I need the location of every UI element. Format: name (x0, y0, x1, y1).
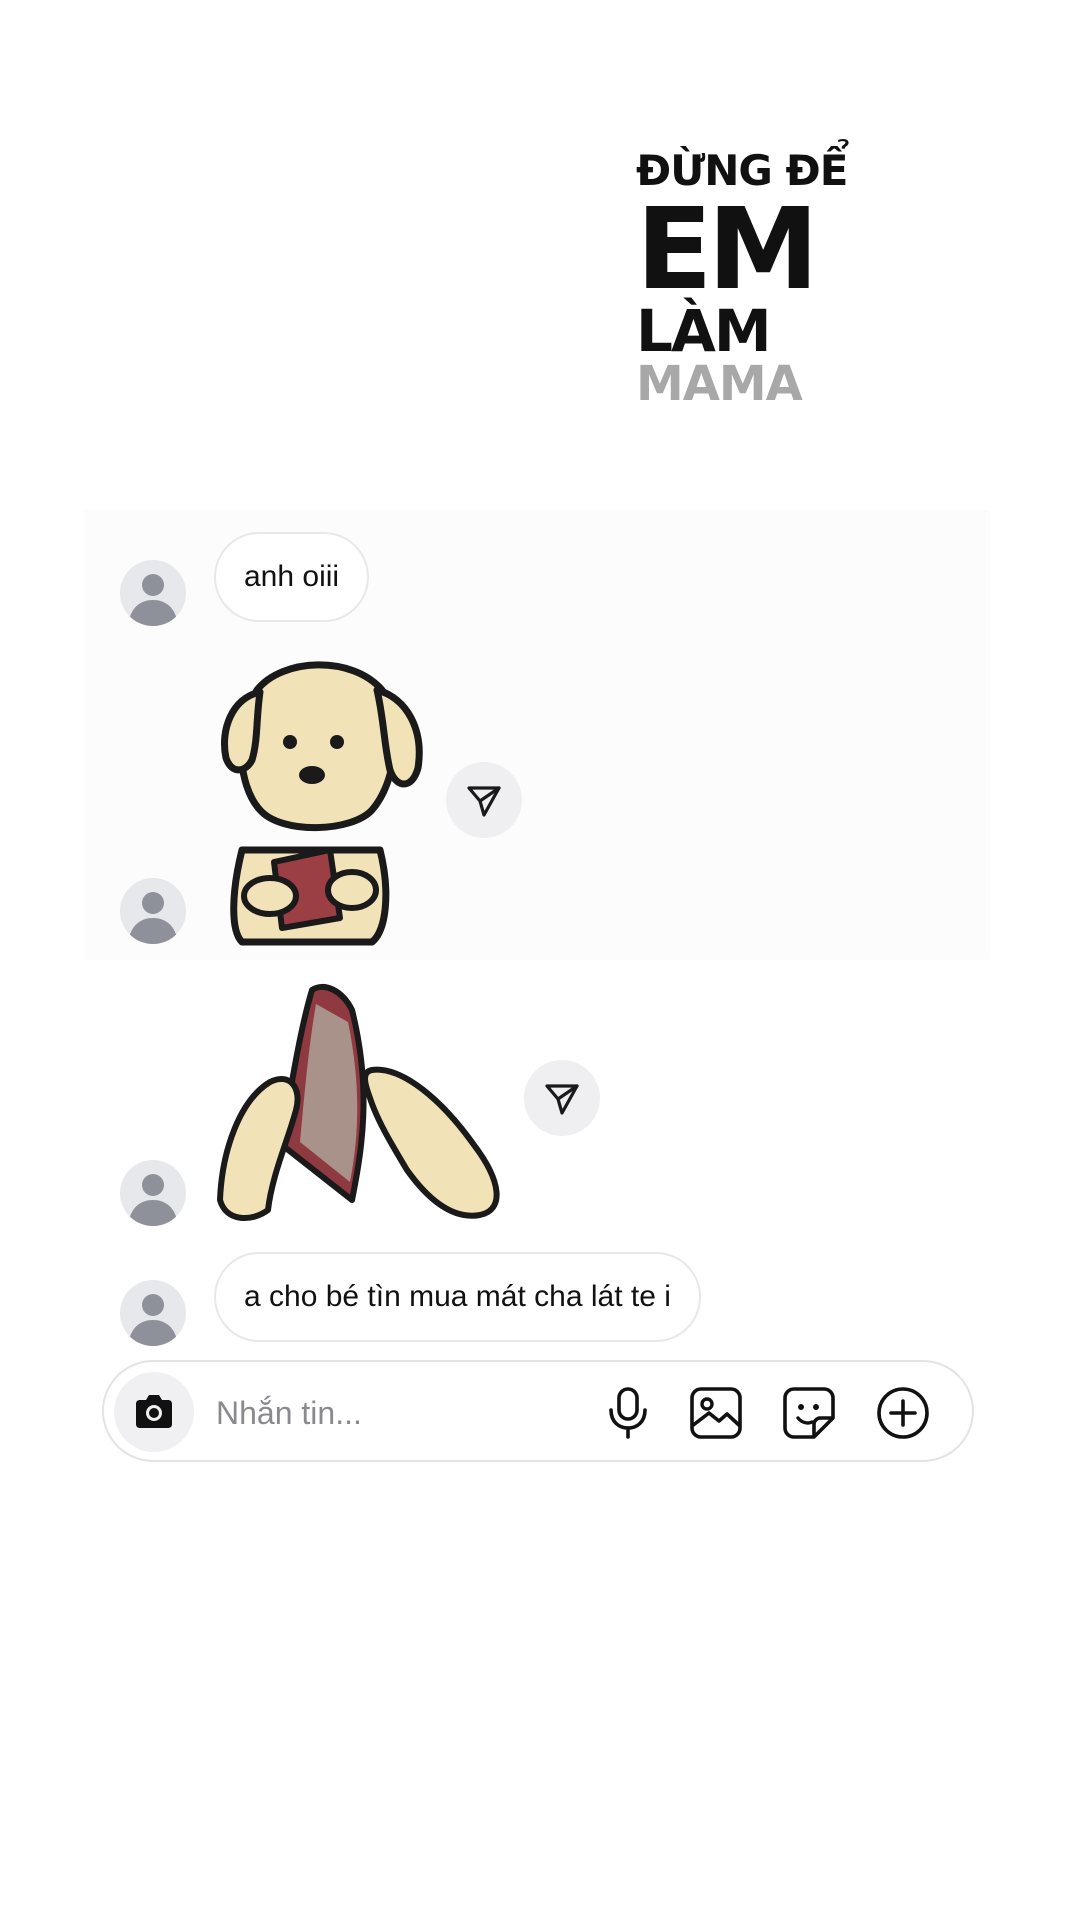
message-text: a cho bé tìn mua mát cha lát te i (244, 1280, 671, 1313)
send-arrow-icon (467, 786, 501, 817)
user-silhouette-icon (128, 892, 178, 944)
plus-circle-icon (877, 1387, 929, 1439)
more-button[interactable] (874, 1384, 932, 1442)
camera-button[interactable] (114, 1372, 194, 1452)
chat-screen: ĐỪNG ĐỂ EM LÀM MAMA anh oiii a cho bé tì… (0, 0, 1080, 1920)
user-silhouette-icon (128, 1294, 178, 1346)
hands-holding-empty-wallet-icon (217, 983, 500, 1222)
message-text: anh oiii (244, 560, 340, 593)
user-silhouette-icon (128, 1174, 178, 1226)
avatar[interactable] (120, 560, 186, 626)
microphone-button[interactable] (599, 1384, 657, 1442)
message-bubble[interactable]: a cho bé tìn mua mát cha lát te i (214, 1252, 701, 1342)
puppy-holding-wallet-icon (221, 661, 423, 946)
puppy-wallet-sticker[interactable] (212, 650, 432, 955)
message-input[interactable] (214, 1386, 578, 1440)
title-line-3: LÀM (636, 297, 772, 365)
camera-icon (136, 1395, 172, 1428)
title-overlay: ĐỪNG ĐỂ EM LÀM MAMA (636, 150, 848, 412)
message-bubble[interactable]: anh oiii (214, 532, 370, 622)
image-icon (690, 1387, 742, 1439)
empty-wallet-sticker[interactable] (212, 970, 512, 1235)
user-silhouette-icon (128, 574, 178, 626)
avatar[interactable] (120, 1280, 186, 1346)
message-composer (102, 1360, 974, 1462)
avatar[interactable] (120, 878, 186, 944)
share-button[interactable] (446, 762, 522, 838)
avatar[interactable] (120, 1160, 186, 1226)
sticker-button[interactable] (780, 1384, 838, 1442)
sticker-icon (783, 1387, 835, 1439)
send-arrow-icon (545, 1084, 579, 1115)
title-line-2: EM (636, 185, 819, 315)
title-line-4: MAMA (636, 356, 803, 412)
gallery-button[interactable] (687, 1384, 745, 1442)
microphone-icon (609, 1387, 647, 1439)
share-button[interactable] (524, 1060, 600, 1136)
